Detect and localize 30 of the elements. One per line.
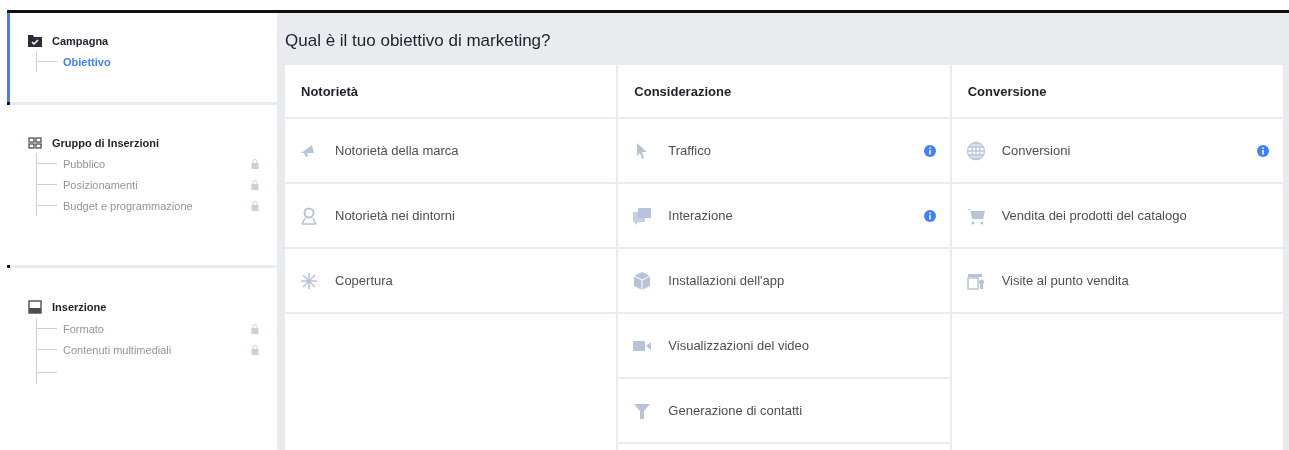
network-icon (299, 270, 319, 291)
sidebar-item[interactable]: Obiettivo (63, 55, 263, 68)
objective-option[interactable]: Notorietà nei dintorni (285, 184, 617, 249)
location-pin-icon (299, 205, 319, 226)
column-header: Notorietà (285, 65, 617, 119)
folder-check-icon (28, 35, 42, 47)
objective-option[interactable]: Visualizzazioni del video (618, 314, 950, 379)
column-header: Conversione (951, 65, 1283, 119)
chat-bubbles-icon (632, 205, 653, 226)
info-icon[interactable] (1257, 144, 1269, 157)
section-title[interactable]: Gruppo di Inserzioni (52, 137, 159, 149)
info-icon[interactable] (923, 209, 936, 222)
objective-option[interactable]: Conversioni (951, 119, 1283, 184)
section-title[interactable]: Campagna (52, 35, 109, 47)
globe-icon (965, 140, 986, 161)
objective-option[interactable]: Copertura (285, 249, 617, 314)
objective-option[interactable]: Vendita dei prodotti del catalogo (951, 184, 1283, 249)
section-title[interactable]: Inserzione (52, 301, 107, 313)
cube-icon (632, 270, 653, 291)
objective-option[interactable]: Installazioni dell'app (618, 249, 950, 314)
objective-option[interactable]: Notorietà della marca (285, 119, 617, 184)
objective-option[interactable]: Visite al punto vendita (951, 249, 1283, 314)
column-header: Considerazione (618, 65, 950, 119)
info-icon[interactable] (923, 144, 936, 157)
objective-option[interactable]: Traffico (618, 119, 950, 184)
grid-icon (28, 137, 42, 149)
layout-icon (28, 300, 42, 314)
objective-option[interactable]: Generazione di contatti (618, 379, 950, 444)
objective-option[interactable]: Interazione (618, 184, 950, 249)
page-title: Qual è il tuo obiettivo di marketing? (285, 30, 552, 52)
